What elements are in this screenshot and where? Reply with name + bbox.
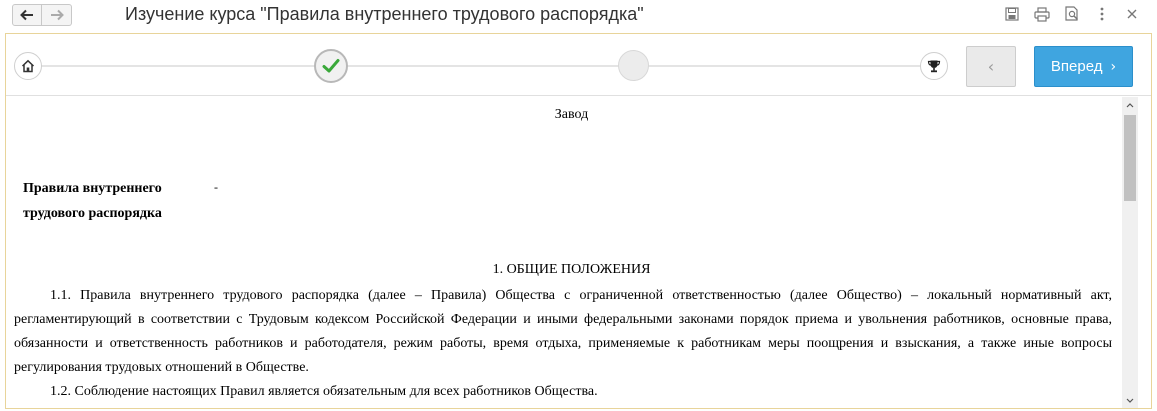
- step-current[interactable]: [618, 50, 649, 81]
- back-button[interactable]: [12, 4, 42, 26]
- window-title: Изучение курса "Правила внутреннего труд…: [125, 4, 644, 24]
- document-viewer[interactable]: Завод Правила внутреннего трудового расп…: [6, 97, 1137, 408]
- company-name: Завод: [554, 107, 589, 122]
- chevron-left-icon: ‹: [987, 57, 995, 76]
- more-button[interactable]: [1093, 5, 1111, 23]
- progress-track: [34, 65, 926, 67]
- print-button[interactable]: [1033, 5, 1051, 23]
- step-completed[interactable]: [314, 49, 348, 83]
- forward-button[interactable]: [42, 4, 72, 26]
- close-button[interactable]: [1123, 5, 1141, 23]
- save-icon: [1005, 7, 1019, 21]
- document-dash: -: [214, 180, 218, 194]
- chevron-down-icon: [1126, 398, 1134, 403]
- chevron-right-icon: ›: [1110, 58, 1117, 75]
- trophy-icon: [927, 60, 941, 73]
- home-icon: [21, 59, 35, 73]
- save-button[interactable]: [1003, 5, 1021, 23]
- preview-button[interactable]: [1063, 5, 1081, 23]
- paragraph-1-1: 1.1. Правила внутреннего трудового распо…: [14, 288, 1112, 375]
- next-button-label: Вперед: [1050, 58, 1103, 75]
- step-home[interactable]: [14, 52, 42, 80]
- prev-button[interactable]: ‹: [966, 46, 1016, 87]
- vertical-scrollbar[interactable]: [1122, 97, 1138, 408]
- chevron-up-icon: [1126, 102, 1134, 107]
- print-icon: [1034, 6, 1050, 22]
- course-header: ‹ Вперед ›: [6, 34, 1151, 96]
- back-arrow-icon: [20, 9, 33, 21]
- step-finish[interactable]: [920, 52, 948, 80]
- more-icon: [1100, 7, 1104, 21]
- scroll-down-button[interactable]: [1122, 392, 1138, 408]
- next-button[interactable]: Вперед ›: [1034, 46, 1133, 87]
- document-title: Правила внутреннего трудового распорядка: [23, 181, 162, 221]
- checkmark-icon: [322, 59, 340, 73]
- paragraph-1-2: 1.2. Соблюдение настоящих Правил являетс…: [50, 384, 598, 399]
- preview-icon: [1065, 6, 1078, 21]
- scroll-thumb[interactable]: [1124, 115, 1136, 201]
- section-heading: 1. ОБЩИЕ ПОЛОЖЕНИЯ: [492, 262, 651, 277]
- forward-arrow-icon: [50, 9, 64, 21]
- course-frame: ‹ Вперед › Завод Правила внутреннего тру…: [5, 33, 1152, 409]
- close-icon: [1127, 9, 1137, 19]
- scroll-up-button[interactable]: [1122, 97, 1138, 113]
- title-bar: Изучение курса "Правила внутреннего труд…: [0, 0, 1157, 30]
